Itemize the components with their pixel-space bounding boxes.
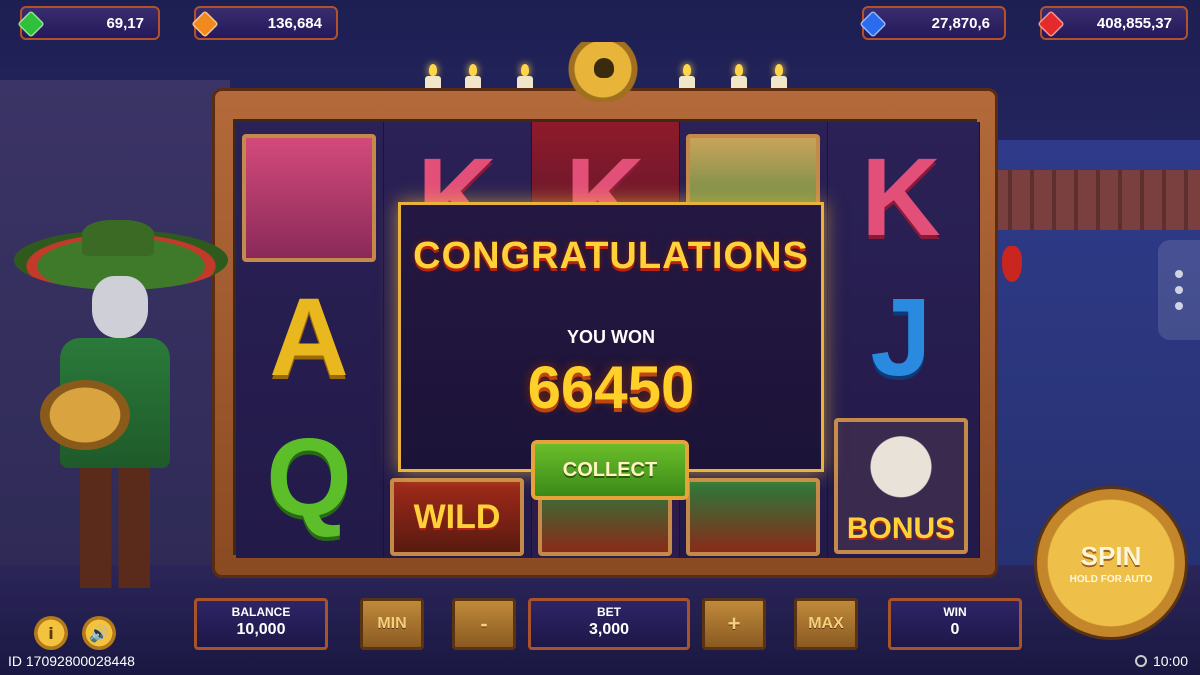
balance-panel: BALANCE 10,000 [194,598,328,650]
currency-red-value: 408,855,37 [1096,14,1172,32]
symbol-bonus: BONUS [834,418,968,554]
info-button[interactable]: i [34,616,68,650]
currency-blue-value: 27,870,6 [931,14,990,32]
green-gem-icon [17,10,45,38]
character-legs [80,468,150,588]
symbol-q: Q [266,416,352,539]
side-menu-button[interactable] [1158,240,1200,340]
popup-title: CONGRATULATIONS [413,235,809,277]
reel-1: A Q [236,122,384,558]
symbol-a: A [269,276,349,399]
currency-red: 408,855,37 [1037,6,1188,40]
decrease-bet-button[interactable]: - [452,598,516,650]
bet-label: BET [597,605,621,619]
session-id: ID 17092800028448 [8,653,135,669]
collect-button[interactable]: COLLECT [531,440,689,500]
skull-icon [594,58,614,78]
currency-orange: 136,684 [191,6,338,40]
mariachi-character [10,220,230,600]
red-gem-icon [1037,10,1065,38]
symbol-k: K [861,136,941,259]
menu-dot-icon [1175,302,1183,310]
bet-value: 3,000 [588,621,630,638]
chili-pepper-decoration [1002,246,1022,282]
balance-value: 10,000 [236,621,286,638]
background-roof [990,170,1200,230]
win-popup: CONGRATULATIONS YOU WON 66450 [398,202,824,472]
increase-bet-button[interactable]: + [702,598,766,650]
symbol-wild: WILD [390,478,524,556]
mariachi-symbol-icon [686,478,820,556]
guitar-icon [40,380,130,450]
clock-time: 10:00 [1152,653,1188,669]
reel-5: K J BONUS [828,122,980,558]
max-bet-button[interactable]: MAX [794,598,858,650]
balance-label: BALANCE [231,605,291,619]
sound-button[interactable]: 🔊 [82,616,116,650]
currency-orange-value: 136,684 [267,14,322,32]
menu-dot-icon [1175,286,1183,294]
orange-gem-icon [191,10,219,38]
sombrero-crown [82,220,154,256]
symbol-j: J [870,276,932,399]
win-label: WIN [943,605,967,619]
currency-green: 69,17 [17,6,160,40]
popup-subtitle: YOU WON [567,327,655,347]
spin-button[interactable]: SPIN HOLD FOR AUTO [1034,486,1188,640]
currency-blue: 27,870,6 [859,6,1006,40]
spin-sublabel: HOLD FOR AUTO [1069,574,1153,585]
win-amount: 66450 [527,354,695,421]
min-bet-button[interactable]: MIN [360,598,424,650]
win-panel: WIN 0 [888,598,1022,650]
win-value: 0 [950,621,960,638]
spin-label: SPIN [1080,541,1142,571]
skull-medallion-icon [560,42,646,102]
clock: 10:00 [1134,653,1188,669]
currency-green-value: 69,17 [106,14,144,32]
skull-lady-symbol-icon [242,134,376,262]
blue-gem-icon [859,10,887,38]
clock-icon [1134,655,1147,667]
menu-dot-icon [1175,270,1183,278]
bet-panel: BET 3,000 [528,598,690,650]
skull-face [92,276,148,338]
